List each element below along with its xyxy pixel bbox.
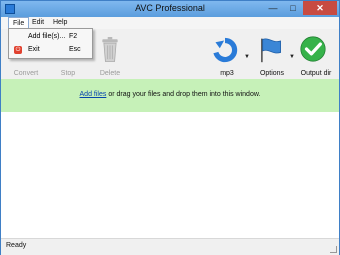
delete-button[interactable]: Delete: [93, 33, 127, 77]
options-button[interactable]: Options: [255, 33, 289, 77]
close-button[interactable]: ✕: [303, 1, 337, 15]
drop-hint-text: or drag your files and drop them into th…: [106, 91, 261, 98]
status-bar: Ready: [1, 238, 339, 255]
title-bar[interactable]: AVC Professional — □ ✕: [1, 1, 339, 17]
menu-item-label: Exit: [28, 46, 40, 53]
tool-label: Options: [259, 70, 285, 77]
status-text: Ready: [6, 242, 27, 249]
tool-label: Output dir: [300, 70, 332, 77]
tool-label: Delete: [99, 70, 121, 77]
app-window: AVC Professional — □ ✕ File Edit Help Ad…: [0, 0, 340, 255]
flag-icon: [261, 38, 281, 63]
checkmark-icon: [300, 36, 326, 62]
tool-label: mp3: [220, 70, 234, 77]
minimize-button[interactable]: —: [263, 1, 283, 15]
menu-item-label: Add file(s)...: [28, 33, 66, 40]
trash-icon: [102, 37, 118, 62]
menu-item-shortcut: F2: [69, 33, 78, 40]
file-menu-dropdown: Add file(s)... F2 ⏻ Exit Esc: [8, 28, 93, 59]
menu-item-exit[interactable]: ⏻ Exit Esc: [9, 44, 92, 56]
maximize-button[interactable]: □: [283, 1, 303, 15]
menu-item-shortcut: Esc: [69, 46, 81, 53]
tool-label: Convert: [13, 70, 39, 77]
tool-label: Stop: [60, 70, 76, 77]
drop-hint: Add files or drag your files and drop th…: [1, 91, 339, 98]
exit-icon: ⏻: [14, 46, 22, 54]
refresh-arrow-icon: [213, 37, 238, 63]
format-mp3-button[interactable]: mp3: [210, 33, 244, 77]
mp3-dropdown-arrow-icon[interactable]: ▼: [244, 54, 250, 60]
options-dropdown-arrow-icon[interactable]: ▼: [289, 54, 295, 60]
file-list[interactable]: [1, 112, 339, 238]
menu-item-add-files[interactable]: Add file(s)... F2: [9, 31, 92, 43]
resize-grip-icon[interactable]: [330, 246, 337, 253]
drop-area[interactable]: Add files or drag your files and drop th…: [1, 79, 339, 112]
output-dir-button[interactable]: Output dir: [299, 33, 333, 77]
add-files-link[interactable]: Add files: [80, 91, 107, 98]
